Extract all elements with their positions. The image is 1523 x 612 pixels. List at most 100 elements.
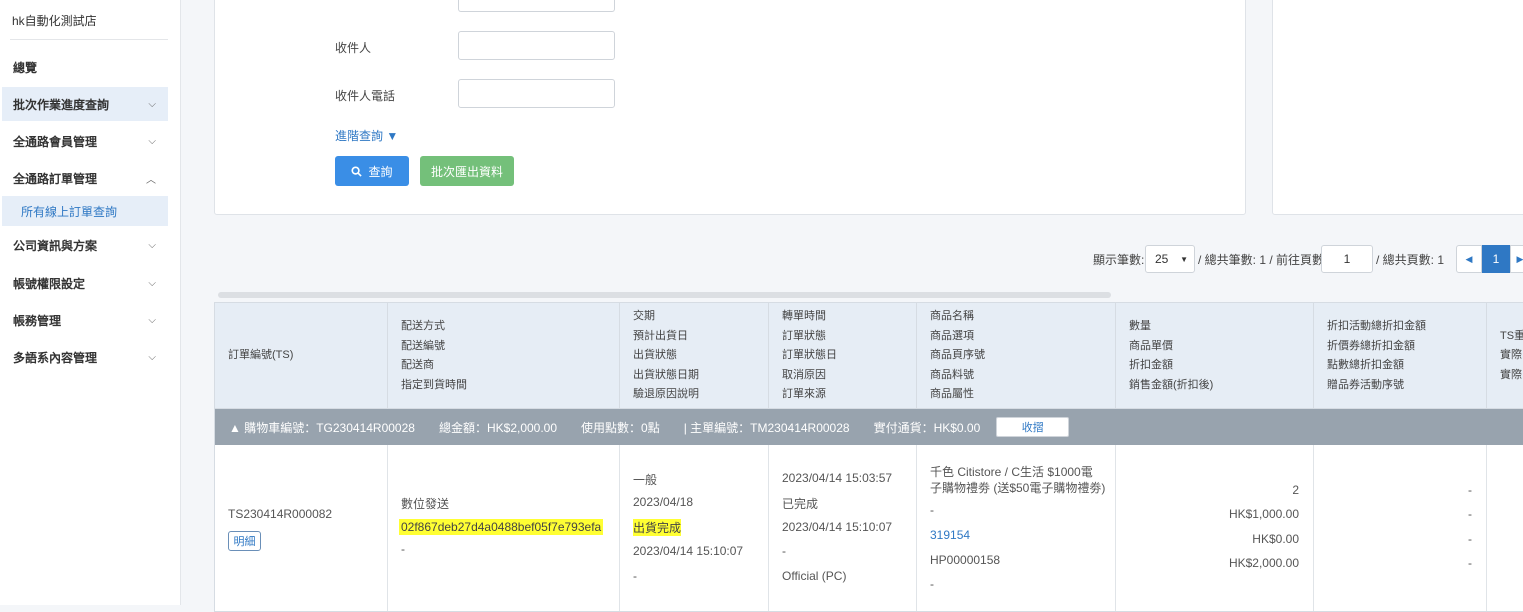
- cart-total: 總金額：HK$2,000.00: [438, 420, 558, 435]
- sidebar-item-label: 公司資訊與方案: [13, 238, 98, 253]
- discount-cell: - - - -: [1314, 445, 1487, 611]
- header-label: 出貨狀態日期: [633, 368, 699, 381]
- sidebar-item-billing[interactable]: 帳務管理 ⌵: [2, 303, 168, 337]
- rows-per-page-label: 顯示筆數:: [1093, 253, 1145, 267]
- sidebar-item-batch-progress[interactable]: 批次作業進度查詢 ⌵: [2, 87, 168, 121]
- header-label: 數量: [1129, 320, 1151, 332]
- header-label: 訂單狀態: [782, 329, 826, 342]
- current-page-button[interactable]: 1: [1482, 245, 1510, 273]
- header-label: 商品單價: [1129, 339, 1173, 352]
- rows-per-page-select[interactable]: 25 ▼: [1145, 245, 1195, 273]
- header-label: 訂單編號(TS): [228, 349, 294, 362]
- delivery-number: 02f867deb27d4a0488bef05f7e793efa: [399, 519, 604, 535]
- transfer-time: 2023/04/14 15:03:57: [782, 471, 893, 485]
- chevron-down-icon: ⌵: [148, 135, 156, 147]
- sidebar-item-account-permissions[interactable]: 帳號權限設定 ⌵: [2, 266, 168, 300]
- table-row: TS230414R000082 明細: [215, 445, 388, 611]
- product-name-line-2: 子購物禮劵 (送$50電子購物禮劵): [930, 481, 1106, 495]
- receiver-input[interactable]: [458, 31, 615, 60]
- order-number: TS230414R000082: [228, 507, 333, 521]
- chevron-up-icon: ︿: [146, 174, 156, 186]
- col-header-shipping: 交期 預計出貨日 出貨狀態 出貨狀態日期 驗退原因說明: [620, 303, 769, 409]
- total-rows-text: / 總共筆數: 1 / 前往頁數: [1198, 253, 1325, 267]
- header-label: 配送編號: [401, 339, 445, 352]
- chevron-down-icon: ⌵: [148, 277, 156, 289]
- header-label: 銷售金額(折扣後): [1129, 378, 1214, 391]
- sidebar-item-label: 全通路訂單管理: [13, 171, 98, 186]
- header-label: 折價券總折扣金額: [1327, 339, 1415, 352]
- ship-status-date: 2023/04/14 15:10:07: [633, 544, 744, 558]
- receiver-phone-label: 收件人電話: [335, 89, 396, 103]
- header-label: 訂單狀態日: [782, 349, 837, 362]
- points-discount: -: [1468, 532, 1472, 546]
- order-status-date: 2023/04/14 15:10:07: [782, 520, 893, 534]
- sidebar-subitem-online-orders[interactable]: 所有線上訂單查詢: [2, 196, 168, 226]
- chevron-down-icon: ⌵: [148, 314, 156, 326]
- sidebar-item-label: 帳號權限設定: [13, 276, 86, 291]
- main-content: 收件人 收件人電話 進階查詢 ▼ 查詢 批次匯出資料 顯示筆數: 25 ▼ / …: [181, 0, 1523, 612]
- delivery-cell: 數位發送 02f867deb27d4a0488bef05f7e793efa -: [388, 445, 620, 611]
- sidebar-item-member-management[interactable]: 全通路會員管理 ⌵: [2, 124, 168, 158]
- sidebar-item-company-info[interactable]: 公司資訊與方案 ⌵: [2, 228, 168, 262]
- header-label: 贈品券活動序號: [1327, 378, 1404, 391]
- header-label: 轉單時間: [782, 310, 826, 323]
- header-label: 指定到貨時間: [401, 378, 467, 391]
- cancel-reason: -: [782, 544, 786, 558]
- sidebar-item-order-management[interactable]: 全通路訂單管理 ︿: [2, 161, 168, 195]
- header-label: 折扣金額: [1129, 359, 1173, 371]
- product-name: 千色 Citistore / C生活 $1000電: [930, 465, 1093, 479]
- delivery-vendor: -: [401, 542, 405, 556]
- receiver-label: 收件人: [335, 41, 372, 55]
- header-label: 折扣活動總折扣金額: [1327, 320, 1426, 332]
- col-header-order-no: 訂單編號(TS): [215, 303, 388, 409]
- prev-page-icon[interactable]: ◀: [1456, 245, 1482, 273]
- header-label: 配送商: [401, 359, 434, 371]
- product-attribute: -: [930, 577, 934, 591]
- product-sku: HP00000158: [930, 553, 1001, 567]
- points-used: 使用點數：0點: [581, 420, 660, 435]
- sidebar-item-label: 多語系內容管理: [13, 350, 98, 365]
- ship-date: 2023/04/18: [633, 495, 694, 509]
- quantity: 2: [1292, 483, 1299, 497]
- shipping-cell: 一般 2023/04/18 出貨完成 2023/04/14 15:10:07 -: [620, 445, 769, 611]
- product-page-link[interactable]: 319154: [930, 528, 970, 542]
- col-header-delivery: 配送方式 配送編號 配送商 指定到貨時間: [388, 303, 620, 409]
- advanced-search-link[interactable]: 進階查詢 ▼: [335, 127, 398, 144]
- horizontal-scrollbar[interactable]: [218, 292, 1111, 298]
- header-label: 商品料號: [930, 368, 974, 381]
- header-label: 訂單來源: [782, 388, 826, 401]
- return-reason: -: [633, 569, 637, 583]
- sidebar-item-label: 批次作業進度查詢: [13, 97, 110, 112]
- orders-table: 訂單編號(TS) 配送方式 配送編號 配送商 指定到貨時間 交期 預計出貨日 出…: [214, 302, 1523, 612]
- receiver-phone-input[interactable]: [458, 79, 615, 108]
- search-icon: [351, 165, 363, 177]
- header-label: 商品選項: [930, 329, 974, 342]
- chevron-down-icon: ⌵: [148, 98, 156, 110]
- next-page-icon[interactable]: ▶: [1510, 245, 1523, 273]
- header-label: 實際: [1500, 368, 1522, 381]
- header-label: 出貨狀態: [633, 349, 677, 362]
- search-button[interactable]: 查詢: [335, 156, 409, 186]
- header-label: 商品名稱: [930, 310, 974, 323]
- goto-page-input[interactable]: 1: [1321, 245, 1373, 273]
- chevron-down-icon: ⌵: [148, 351, 156, 363]
- total-pages-text: / 總共頁數: 1: [1376, 253, 1445, 267]
- sidebar-item-label: 帳務管理: [13, 313, 62, 328]
- batch-export-button[interactable]: 批次匯出資料: [420, 156, 514, 186]
- header-label: TS重: [1500, 329, 1523, 342]
- paid-currency: 實付通貨：HK$0.00: [873, 420, 981, 435]
- sidebar-item-multilingual[interactable]: 多語系內容管理 ⌵: [2, 340, 168, 374]
- discount-amount: HK$0.00: [1252, 532, 1299, 546]
- sidebar-item-overview[interactable]: 總覽: [2, 50, 168, 84]
- col-header-ts: TS重 實際 實際: [1487, 303, 1523, 409]
- detail-button[interactable]: 明細: [228, 531, 261, 551]
- col-header-order-status: 轉單時間 訂單狀態 訂單狀態日 取消原因 訂單來源: [769, 303, 917, 409]
- filter-panel: 收件人 收件人電話 進階查詢 ▼ 查詢 批次匯出資料: [214, 0, 1246, 215]
- header-label: 點數總折扣金額: [1327, 359, 1404, 371]
- chevron-down-icon: ⌵: [148, 239, 156, 251]
- partial-input[interactable]: [458, 0, 615, 12]
- ship-status: 出貨完成: [633, 519, 682, 536]
- collapse-button[interactable]: 收摺: [996, 417, 1070, 437]
- divider: [10, 39, 168, 40]
- header-label: 實際: [1500, 349, 1522, 362]
